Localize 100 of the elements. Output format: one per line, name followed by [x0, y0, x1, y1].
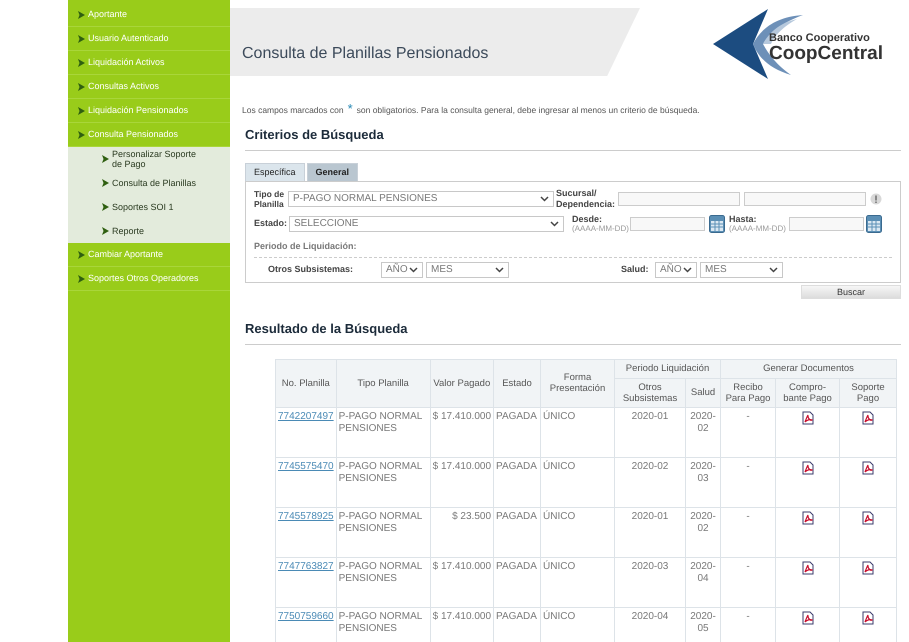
table-cell: - [720, 557, 776, 608]
page-title: Consulta de Planillas Pensionados [242, 44, 488, 64]
notice-text: Los campos marcados con [242, 104, 344, 117]
chevron-icon [78, 82, 85, 90]
input-field[interactable] [744, 192, 866, 206]
column-header: Valor Pagado [430, 359, 494, 408]
submenu-item[interactable]: Reporte [68, 219, 230, 243]
table-cell: PAGADA [494, 557, 541, 608]
chevron-icon [78, 130, 85, 138]
field-label: Sucursal/ Dependencia: [556, 188, 616, 210]
column-header: Estado [494, 359, 541, 408]
chevron-icon [78, 34, 85, 42]
input-field[interactable] [618, 192, 740, 206]
column-header: Recibo Para Pago [720, 378, 776, 408]
table-cell: ÚNICO [540, 507, 615, 558]
chevron-down-icon [550, 220, 560, 227]
table-cell: 2020-03 [686, 457, 721, 508]
chevron-down-icon [683, 266, 692, 273]
notice-text: son obligatorios. Para la consulta general, debe ingresar al menos un criterio de búsqueda. [356, 104, 700, 117]
help-icon[interactable] [870, 192, 882, 205]
chevron-icon [102, 203, 109, 211]
chevron-icon [78, 274, 85, 282]
pdf-icon[interactable] [802, 610, 814, 625]
month-select[interactable]: MES [700, 262, 783, 278]
search-button[interactable]: Buscar [801, 284, 901, 299]
table-cell: $ 17.410.000 [430, 457, 494, 508]
date-field[interactable] [630, 216, 706, 231]
chevron-down-icon [540, 196, 549, 202]
field-label: Hasta: [729, 214, 758, 224]
table-cell: ÚNICO [540, 407, 615, 458]
pdf-icon[interactable] [802, 410, 814, 425]
section-heading: Resultado de la Búsqueda [245, 320, 408, 336]
pdf-icon[interactable] [802, 460, 814, 475]
table-cell: - [720, 507, 776, 558]
table-cell: PAGADA [494, 457, 541, 508]
table-cell: P-PAGO NORMAL PENSIONES [336, 407, 430, 458]
column-header: Compro-bante Pago [776, 378, 840, 408]
month-select[interactable]: MES [426, 262, 509, 278]
column-header: No. Planilla [276, 359, 336, 408]
field-label: Periodo de Liquidación: [254, 240, 357, 251]
table-cell: 2020-01 [614, 407, 686, 458]
table-cell: 2020-02 [614, 457, 686, 508]
year-select[interactable]: AÑO [655, 262, 697, 278]
field-label: Tipo de Planilla [254, 188, 286, 209]
pdf-icon[interactable] [862, 460, 874, 475]
column-header: Salud [686, 378, 721, 408]
table-cell: ÚNICO [540, 607, 615, 642]
chevron-down-icon [409, 266, 418, 273]
tipo-planilla-select[interactable]: P-PAGO NORMAL PENSIONES [288, 190, 554, 207]
field-label: Otros Subsistemas: [268, 263, 354, 276]
column-group-header: Generar Documentos [720, 359, 897, 378]
table-cell: PAGADA [494, 507, 541, 558]
table-cell: 2020-04 [686, 557, 721, 608]
table-cell: P-PAGO NORMAL PENSIONES [336, 507, 430, 558]
section-heading: Criterios de Búsqueda [245, 126, 384, 142]
field-label: Estado: [254, 217, 288, 230]
table-cell: ÚNICO [540, 557, 615, 608]
column-header: Otros Subsistemas [614, 378, 686, 408]
pdf-icon[interactable] [862, 610, 874, 625]
column-group-header: Periodo Liquidación [614, 359, 721, 378]
submenu-item[interactable]: Soportes SOI 1 [68, 195, 230, 219]
pdf-icon[interactable] [802, 560, 814, 575]
calendar-icon[interactable] [709, 214, 726, 233]
pdf-icon[interactable] [862, 510, 874, 525]
table-cell: - [720, 457, 776, 508]
field-label: Salud: [621, 263, 650, 276]
pdf-icon[interactable] [802, 510, 814, 525]
submenu-item[interactable]: Consulta de Planillas [68, 171, 230, 195]
column-header: Soporte Pago [840, 378, 897, 408]
estado-select[interactable]: SELECCIONE [289, 216, 564, 232]
tab[interactable]: Específica [245, 162, 305, 181]
chevron-icon [102, 155, 109, 163]
chevron-icon [78, 58, 85, 66]
chevron-icon [102, 179, 109, 187]
pdf-icon[interactable] [862, 560, 874, 575]
column-header: Forma Presentación [540, 359, 615, 408]
table-cell: $ 23.500 [430, 507, 494, 558]
table-cell: 2020-02 [686, 407, 721, 458]
pdf-icon[interactable] [862, 410, 874, 425]
table-cell: 2020-01 [614, 507, 686, 558]
chevron-icon [78, 10, 85, 18]
logo-title: Banco Cooperativo [769, 33, 871, 44]
table-cell: 2020-02 [686, 507, 721, 558]
chevron-icon [78, 106, 85, 114]
field-hint: (AAAA-MM-DD) [572, 224, 630, 233]
table-cell: PAGADA [494, 607, 541, 642]
logo-name: CoopCentral [769, 44, 883, 63]
table-cell: $ 17.410.000 [430, 557, 494, 608]
submenu-item[interactable]: Personalizar Soporte de Pago [68, 147, 230, 171]
required-mark: * [348, 102, 353, 115]
date-field[interactable] [789, 216, 864, 231]
chevron-down-icon [495, 266, 504, 273]
year-select[interactable]: AÑO [381, 262, 423, 278]
column-header: Tipo Planilla [336, 359, 430, 408]
calendar-icon[interactable] [866, 214, 882, 233]
table-cell: P-PAGO NORMAL PENSIONES [336, 557, 430, 608]
table-cell: PAGADA [494, 407, 541, 458]
table-cell: ÚNICO [540, 457, 615, 508]
chevron-icon [102, 227, 109, 235]
tab[interactable]: General [306, 162, 358, 181]
